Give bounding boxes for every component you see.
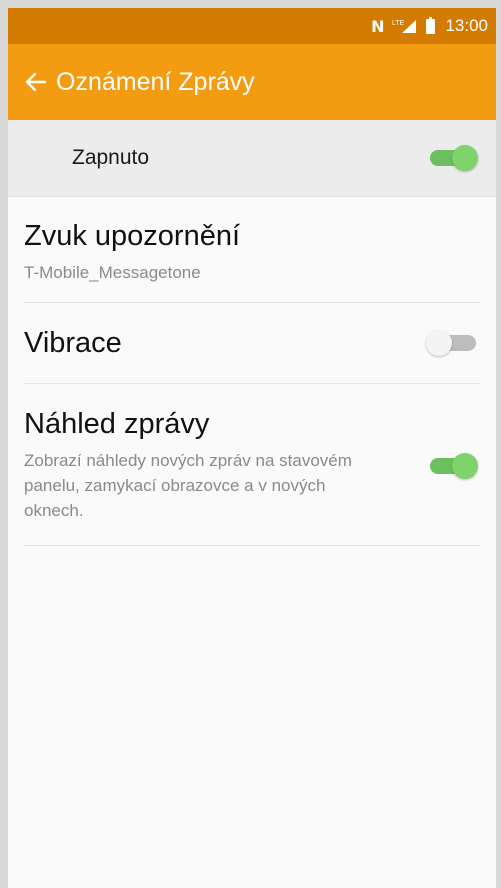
- setting-subtitle: T-Mobile_Messagetone: [24, 263, 201, 282]
- screen: N LTE 13:00 Oznámení Zprávy Zapnuto Zvuk: [8, 8, 496, 888]
- setting-vibrate[interactable]: Vibrace: [24, 303, 480, 384]
- status-bar: N LTE 13:00: [8, 8, 496, 44]
- setting-title: Zvuk upozornění: [24, 220, 241, 252]
- master-switch-label: Zapnuto: [72, 146, 150, 169]
- setting-title: Vibrace: [24, 326, 122, 359]
- clock: 13:00: [445, 16, 488, 35]
- battery-icon: [426, 16, 436, 34]
- network-label: LTE: [392, 20, 405, 27]
- setting-message-preview[interactable]: Náhled zprávy Zobrazí náhledy nových zpr…: [24, 384, 480, 546]
- master-switch-row[interactable]: Zapnuto: [8, 120, 496, 197]
- vibrate-toggle[interactable]: [426, 328, 480, 358]
- lte-signal-icon: LTE: [392, 18, 418, 34]
- setting-notification-sound[interactable]: Zvuk upozornění T-Mobile_Messagetone: [24, 197, 480, 303]
- preview-toggle[interactable]: [426, 451, 480, 481]
- arrow-left-icon: [25, 72, 47, 92]
- setting-subtitle: Zobrazí náhledy nových zpráv na stavovém…: [24, 451, 352, 520]
- nfc-icon: N: [371, 16, 385, 36]
- master-toggle[interactable]: [426, 143, 480, 173]
- app-bar: Oznámení Zprávy: [8, 44, 496, 120]
- setting-title: Náhled zprávy: [24, 408, 210, 440]
- page-title: Oznámení Zprávy: [56, 67, 255, 96]
